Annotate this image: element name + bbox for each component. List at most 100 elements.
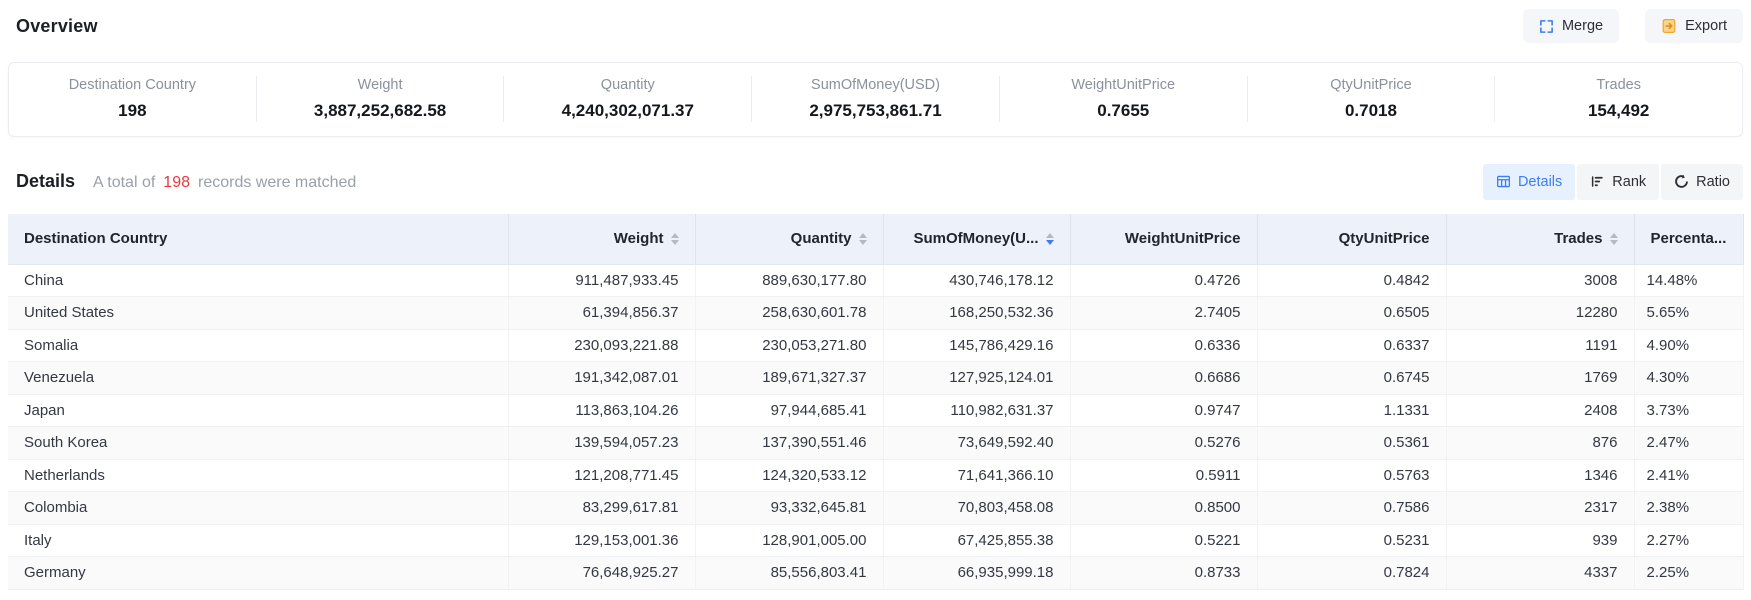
cell-percenta: 2.47% [1634,427,1743,460]
cell-quantity: 97,944,685.41 [695,394,883,427]
stat-sumofmoney-usd: SumOfMoney(USD) 2,975,753,861.71 [752,76,1000,122]
cell-quantity: 189,671,327.37 [695,362,883,395]
details-table-wrap: Destination Country Weight Quantity SumO… [8,214,1743,590]
stat-label: Destination Country [17,77,248,93]
cell-trades: 1769 [1446,362,1634,395]
cell-weight: 83,299,617.81 [508,492,695,525]
cell-qtyunitprice: 0.6337 [1257,329,1446,362]
cell-percenta: 4.30% [1634,362,1743,395]
stat-label: Weight [265,77,496,93]
cell-trades: 2317 [1446,492,1634,525]
cell-sumofmoney-u: 168,250,532.36 [883,297,1070,330]
cell-weight: 113,863,104.26 [508,394,695,427]
sort-icon [1610,233,1618,246]
cell-qtyunitprice: 0.7586 [1257,492,1446,525]
export-icon [1661,18,1677,34]
tab-ratio[interactable]: Ratio [1661,164,1743,200]
cell-weight: 129,153,001.36 [508,524,695,557]
cell-sumofmoney-u: 66,935,999.18 [883,557,1070,590]
export-button[interactable]: Export [1645,9,1743,43]
stat-trades: Trades 154,492 [1495,76,1742,122]
details-title: Details [16,171,75,192]
cell-quantity: 124,320,533.12 [695,459,883,492]
stat-label: QtyUnitPrice [1256,77,1487,93]
cell-weightunitprice: 0.5221 [1070,524,1257,557]
col-header-weightunitprice: WeightUnitPrice [1070,214,1257,264]
cell-weightunitprice: 0.5276 [1070,427,1257,460]
tab-label: Details [1518,174,1562,190]
cell-weightunitprice: 0.8733 [1070,557,1257,590]
table-row: Colombia83,299,617.8193,332,645.8170,803… [8,492,1743,525]
topbar: Overview Merge Export [0,0,1751,44]
tab-details[interactable]: Details [1483,164,1575,200]
cell-qtyunitprice: 1.1331 [1257,394,1446,427]
cell-quantity: 128,901,005.00 [695,524,883,557]
stat-value: 0.7655 [1008,101,1239,121]
merge-button[interactable]: Merge [1523,9,1619,43]
cell-percenta: 2.41% [1634,459,1743,492]
table-row: South Korea139,594,057.23137,390,551.467… [8,427,1743,460]
cell-trades: 12280 [1446,297,1634,330]
cell-quantity: 137,390,551.46 [695,427,883,460]
cell-destination-country: Netherlands [8,459,508,492]
cell-destination-country: Venezuela [8,362,508,395]
cell-sumofmoney-u: 145,786,429.16 [883,329,1070,362]
cell-weight: 230,093,221.88 [508,329,695,362]
cell-qtyunitprice: 0.5361 [1257,427,1446,460]
cell-percenta: 3.73% [1634,394,1743,427]
stat-value: 154,492 [1503,101,1734,121]
cell-trades: 876 [1446,427,1634,460]
summary-prefix: A total of [93,174,155,191]
tab-rank[interactable]: Rank [1577,164,1659,200]
cell-percenta: 5.65% [1634,297,1743,330]
stat-weightunitprice: WeightUnitPrice 0.7655 [1000,76,1248,122]
stat-qtyunitprice: QtyUnitPrice 0.7018 [1248,76,1496,122]
stat-label: Trades [1503,77,1734,93]
cell-trades: 4337 [1446,557,1634,590]
col-header-quantity[interactable]: Quantity [695,214,883,264]
cell-sumofmoney-u: 110,982,631.37 [883,394,1070,427]
table-row: Germany76,648,925.2785,556,803.4166,935,… [8,557,1743,590]
table-row: Venezuela191,342,087.01189,671,327.37127… [8,362,1743,395]
cell-sumofmoney-u: 73,649,592.40 [883,427,1070,460]
col-header-sumofmoney-u[interactable]: SumOfMoney(U... [883,214,1070,264]
col-header-weight[interactable]: Weight [508,214,695,264]
cell-weightunitprice: 0.9747 [1070,394,1257,427]
table-header-row: Destination Country Weight Quantity SumO… [8,214,1743,264]
cell-weightunitprice: 2.7405 [1070,297,1257,330]
sort-icon [671,233,679,246]
cell-destination-country: Colombia [8,492,508,525]
table-icon [1496,174,1511,189]
col-header-label: Percenta... [1651,230,1727,247]
stat-label: SumOfMoney(USD) [760,77,991,93]
col-header-label: SumOfMoney(U... [913,230,1038,247]
stat-value: 3,887,252,682.58 [265,101,496,121]
stat-value: 0.7018 [1256,101,1487,121]
export-button-label: Export [1685,18,1727,34]
cell-destination-country: Somalia [8,329,508,362]
stat-value: 198 [17,101,248,121]
stat-value: 2,975,753,861.71 [760,101,991,121]
cell-quantity: 230,053,271.80 [695,329,883,362]
cell-weight: 61,394,856.37 [508,297,695,330]
stat-label: Quantity [512,77,743,93]
sort-icon [1046,233,1054,246]
cell-weightunitprice: 0.6686 [1070,362,1257,395]
merge-button-label: Merge [1562,18,1603,34]
tab-label: Ratio [1696,174,1730,190]
cell-quantity: 85,556,803.41 [695,557,883,590]
col-header-trades[interactable]: Trades [1446,214,1634,264]
cell-weight: 121,208,771.45 [508,459,695,492]
cell-trades: 939 [1446,524,1634,557]
table-row: Somalia230,093,221.88230,053,271.80145,7… [8,329,1743,362]
cell-percenta: 4.90% [1634,329,1743,362]
cell-sumofmoney-u: 71,641,366.10 [883,459,1070,492]
cell-percenta: 2.27% [1634,524,1743,557]
summary-suffix: records were matched [198,174,356,191]
cell-weightunitprice: 0.5911 [1070,459,1257,492]
details-heading: Details A total of198records were matche… [16,171,356,192]
col-header-label: Trades [1554,230,1602,247]
col-header-label: WeightUnitPrice [1125,230,1241,247]
cell-quantity: 93,332,645.81 [695,492,883,525]
col-header-qtyunitprice: QtyUnitPrice [1257,214,1446,264]
